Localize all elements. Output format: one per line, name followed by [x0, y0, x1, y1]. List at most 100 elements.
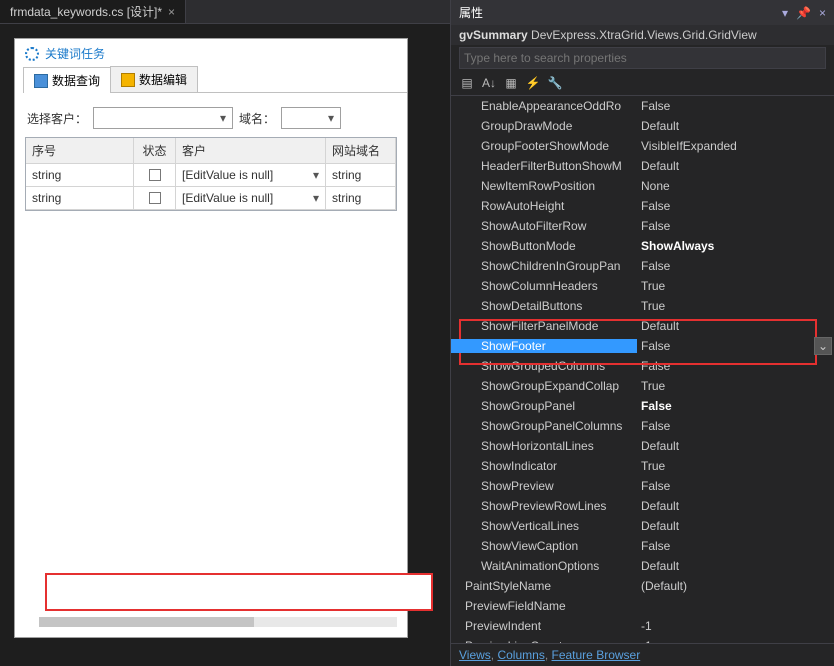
object-name: gvSummary	[459, 28, 528, 42]
columns-link[interactable]: Columns	[497, 648, 544, 662]
search-input[interactable]	[459, 47, 826, 69]
tab-query[interactable]: 数据查询	[23, 67, 111, 93]
property-value[interactable]: Default	[637, 159, 834, 173]
property-search	[451, 45, 834, 71]
property-value[interactable]: False	[637, 399, 834, 413]
property-value[interactable]: False	[637, 479, 834, 493]
property-row[interactable]: EnableAppearanceOddRoFalse	[451, 96, 834, 116]
property-value[interactable]: -1	[637, 619, 834, 633]
property-row[interactable]: HeaderFilterButtonShowMDefault	[451, 156, 834, 176]
property-value[interactable]: False	[637, 219, 834, 233]
property-value[interactable]: Default	[637, 559, 834, 573]
alphabetical-icon[interactable]: A↓	[479, 73, 499, 93]
cell-customer[interactable]: [EditValue is null]▾	[176, 187, 326, 209]
property-value[interactable]: Default	[637, 439, 834, 453]
filter-row: 选择客户： ▾ 域名： ▾	[15, 93, 407, 137]
property-name: PreviewLineCount	[451, 639, 637, 643]
col-state[interactable]: 状态	[134, 138, 176, 163]
cell-customer[interactable]: [EditValue is null]▾	[176, 164, 326, 186]
property-row[interactable]: ShowIndicatorTrue	[451, 456, 834, 476]
property-row[interactable]: ShowPreviewFalse	[451, 476, 834, 496]
property-value[interactable]: True	[637, 379, 834, 393]
horizontal-scrollbar[interactable]	[39, 617, 397, 627]
property-value[interactable]: True	[637, 459, 834, 473]
property-row[interactable]: WaitAnimationOptionsDefault	[451, 556, 834, 576]
property-value[interactable]: False	[637, 539, 834, 553]
cell-state[interactable]	[134, 164, 176, 186]
views-link[interactable]: Views	[459, 648, 491, 662]
property-row[interactable]: ShowDetailButtonsTrue	[451, 296, 834, 316]
domain-label: 域名：	[239, 110, 275, 127]
property-value[interactable]: True	[637, 279, 834, 293]
property-row[interactable]: ShowViewCaptionFalse	[451, 536, 834, 556]
property-value[interactable]: False	[637, 359, 834, 373]
property-row[interactable]: ShowGroupPanelFalse	[451, 396, 834, 416]
checkbox-icon[interactable]	[149, 192, 161, 204]
property-row[interactable]: GroupDrawModeDefault	[451, 116, 834, 136]
domain-combo[interactable]: ▾	[281, 107, 341, 129]
tab-label: 数据编辑	[139, 71, 187, 88]
checkbox-icon[interactable]	[149, 169, 161, 181]
property-row[interactable]: ShowFooterFalse⌄	[451, 336, 834, 356]
property-row[interactable]: PreviewFieldName	[451, 596, 834, 616]
close-icon[interactable]: ×	[819, 6, 826, 20]
property-name: ShowGroupedColumns	[451, 359, 637, 373]
property-row[interactable]: ShowColumnHeadersTrue	[451, 276, 834, 296]
property-row[interactable]: ShowGroupedColumnsFalse	[451, 356, 834, 376]
selected-object[interactable]: gvSummary DevExpress.XtraGrid.Views.Grid…	[451, 25, 834, 45]
property-value[interactable]: (Default)	[637, 579, 834, 593]
property-row[interactable]: ShowChildrenInGroupPanFalse	[451, 256, 834, 276]
dropdown-icon[interactable]: ▾	[782, 6, 788, 20]
property-value[interactable]: False	[637, 99, 834, 113]
property-value[interactable]: False	[637, 259, 834, 273]
property-value[interactable]: VisibleIfExpanded	[637, 139, 834, 153]
property-row[interactable]: PreviewIndent-1	[451, 616, 834, 636]
property-value[interactable]: -1	[637, 639, 834, 643]
tab-edit[interactable]: 数据编辑	[110, 66, 198, 92]
chevron-down-icon[interactable]: ⌄	[814, 337, 832, 355]
categorized-icon[interactable]: ▤	[457, 73, 477, 93]
document-tab-label: frmdata_keywords.cs [设计]*	[10, 3, 162, 20]
property-value[interactable]: None	[637, 179, 834, 193]
property-value[interactable]: Default	[637, 519, 834, 533]
property-value[interactable]: Default	[637, 119, 834, 133]
property-row[interactable]: ShowPreviewRowLinesDefault	[451, 496, 834, 516]
property-value[interactable]: True	[637, 299, 834, 313]
data-grid[interactable]: 序号 状态 客户 网站域名 string[EditValue is null]▾…	[25, 137, 397, 211]
events-icon[interactable]: ⚡	[523, 73, 543, 93]
property-row[interactable]: RowAutoHeightFalse	[451, 196, 834, 216]
property-row[interactable]: ShowFilterPanelModeDefault	[451, 316, 834, 336]
cell-state[interactable]	[134, 187, 176, 209]
property-value[interactable]: False	[637, 199, 834, 213]
col-domain[interactable]: 网站域名	[326, 138, 396, 163]
table-row[interactable]: string[EditValue is null]▾string	[26, 164, 396, 187]
form-window[interactable]: 关键词任务 数据查询 数据编辑 选择客户： ▾ 域名： ▾	[14, 38, 408, 638]
property-name: EnableAppearanceOddRo	[451, 99, 637, 113]
document-tab[interactable]: frmdata_keywords.cs [设计]* ×	[0, 0, 186, 23]
col-seq[interactable]: 序号	[26, 138, 134, 163]
table-row[interactable]: string[EditValue is null]▾string	[26, 187, 396, 210]
property-pages-icon[interactable]: 🔧	[545, 73, 565, 93]
property-row[interactable]: PreviewLineCount-1	[451, 636, 834, 643]
customer-combo[interactable]: ▾	[93, 107, 233, 129]
property-value[interactable]: ShowAlways	[637, 239, 834, 253]
property-row[interactable]: ShowHorizontalLinesDefault	[451, 436, 834, 456]
property-row[interactable]: ShowButtonModeShowAlways	[451, 236, 834, 256]
property-row[interactable]: ShowGroupExpandCollapTrue	[451, 376, 834, 396]
property-row[interactable]: ShowGroupPanelColumnsFalse	[451, 416, 834, 436]
property-value[interactable]: False	[637, 419, 834, 433]
col-customer[interactable]: 客户	[176, 138, 326, 163]
property-row[interactable]: NewItemRowPositionNone	[451, 176, 834, 196]
property-value[interactable]: False	[637, 339, 814, 353]
property-row[interactable]: ShowVerticalLinesDefault	[451, 516, 834, 536]
property-name: HeaderFilterButtonShowM	[451, 159, 637, 173]
properties-icon[interactable]: ▦	[501, 73, 521, 93]
property-row[interactable]: ShowAutoFilterRowFalse	[451, 216, 834, 236]
feature-browser-link[interactable]: Feature Browser	[552, 648, 641, 662]
close-icon[interactable]: ×	[168, 5, 175, 19]
property-value[interactable]: Default	[637, 319, 834, 333]
pin-icon[interactable]: 📌	[796, 6, 811, 20]
property-row[interactable]: GroupFooterShowModeVisibleIfExpanded	[451, 136, 834, 156]
property-row[interactable]: PaintStyleName(Default)	[451, 576, 834, 596]
property-value[interactable]: Default	[637, 499, 834, 513]
